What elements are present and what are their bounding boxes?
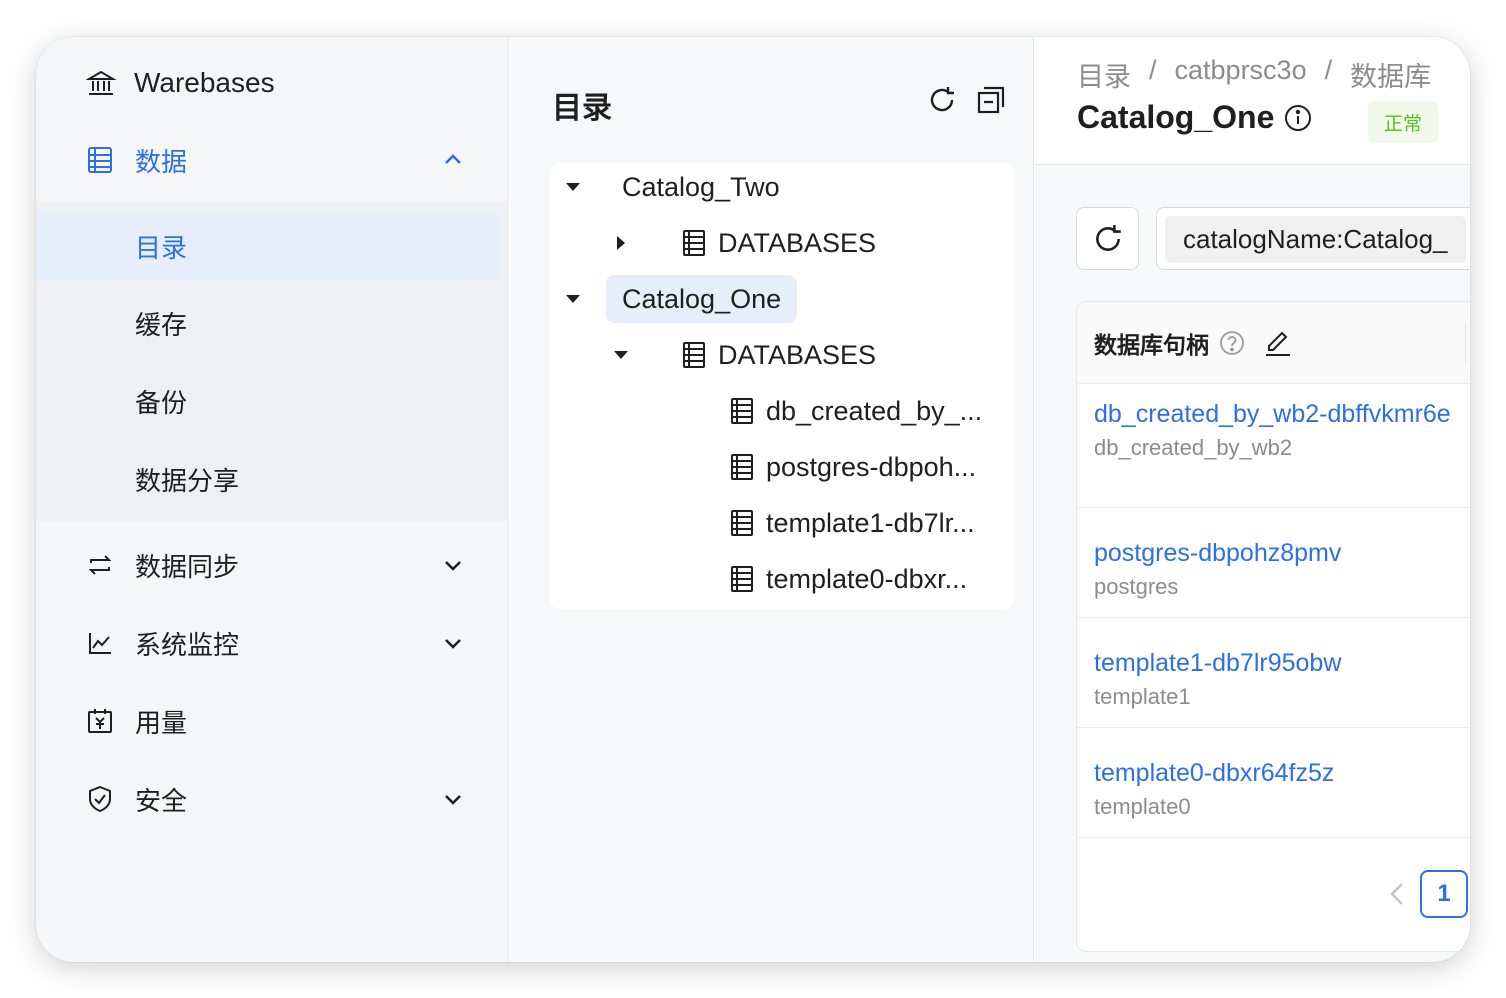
refresh-icon bbox=[1095, 224, 1121, 251]
column-divider bbox=[1465, 322, 1466, 362]
catalog-detail-pane: 目录 / catbprsc3o / 数据库 Catalog_One 正常 cat… bbox=[1035, 37, 1470, 962]
chevron-down-icon bbox=[441, 787, 465, 811]
tree-node-database[interactable]: postgres-dbpoh... bbox=[730, 443, 976, 491]
line-chart-icon bbox=[86, 629, 114, 657]
breadcrumb-separator: / bbox=[1149, 55, 1157, 85]
caret-down-icon[interactable] bbox=[564, 290, 582, 308]
database-icon bbox=[683, 230, 705, 256]
status-badge: 正常 bbox=[1368, 101, 1438, 143]
tree-node-catalog-selected[interactable]: Catalog_One bbox=[606, 275, 798, 323]
tree-node-label: db_created_by_... bbox=[766, 395, 983, 426]
sidebar-item-cache[interactable]: 缓存 bbox=[36, 288, 500, 358]
page-title: Catalog_One bbox=[1077, 99, 1312, 136]
database-name: template1 bbox=[1094, 684, 1191, 709]
tree-node-databases[interactable]: DATABASES bbox=[682, 331, 876, 379]
tree-node-label: template0-dbxr... bbox=[766, 563, 968, 594]
sidebar-item-backup[interactable]: 备份 bbox=[36, 366, 500, 436]
database-link[interactable]: db_created_by_wb2-dbffvkmr6e bbox=[1094, 394, 1470, 435]
tree-node-label: template1-db7lr... bbox=[766, 507, 975, 538]
catalog-tree: Catalog_Two DATABASES Catalog_One DATABA… bbox=[550, 163, 1014, 609]
nav-data-sync[interactable]: 数据同步 bbox=[36, 537, 509, 593]
app-window: Warebases 数据 目录 缓存 备份 数据分享 数据同步 系统监控 用量 … bbox=[36, 37, 1470, 962]
chevron-up-icon bbox=[441, 148, 465, 172]
billing-calendar-icon bbox=[86, 707, 114, 735]
tree-node-label: DATABASES bbox=[718, 339, 877, 370]
nav-usage[interactable]: 用量 bbox=[36, 693, 509, 749]
pagination-prev-icon[interactable] bbox=[1385, 878, 1409, 910]
nav-usage-label: 用量 bbox=[135, 707, 188, 738]
breadcrumb-item[interactable]: catbprsc3o bbox=[1175, 55, 1307, 94]
nav-data[interactable]: 数据 bbox=[36, 132, 509, 188]
table-header: 数据库句柄 bbox=[1077, 302, 1470, 384]
tree-node-database[interactable]: template0-dbxr... bbox=[730, 555, 967, 603]
tree-title: 目录 bbox=[552, 92, 612, 125]
table-row: template1-db7lr95obw template1 bbox=[1077, 618, 1470, 728]
filter-input[interactable]: catalogName:Catalog_ bbox=[1156, 207, 1470, 270]
breadcrumb: 目录 / catbprsc3o / 数据库 bbox=[1077, 55, 1431, 94]
database-name: db_created_by_wb2 bbox=[1094, 435, 1293, 460]
nav-data-sync-label: 数据同步 bbox=[135, 551, 240, 582]
nav-monitoring[interactable]: 系统监控 bbox=[36, 615, 509, 671]
breadcrumb-item[interactable]: 目录 bbox=[1077, 55, 1131, 94]
database-icon bbox=[731, 510, 753, 536]
tree-node-database[interactable]: db_created_by_... bbox=[730, 387, 982, 435]
database-icon bbox=[731, 398, 753, 424]
sidebar-item-catalog[interactable]: 目录 bbox=[36, 211, 500, 281]
brand-name: Warebases bbox=[134, 67, 275, 98]
filter-tag[interactable]: catalogName:Catalog_ bbox=[1165, 216, 1466, 263]
page-title-text: Catalog_One bbox=[1077, 99, 1275, 135]
breadcrumb-item: 数据库 bbox=[1350, 62, 1432, 92]
bank-icon bbox=[86, 68, 116, 98]
sidebar: Warebases 数据 目录 缓存 备份 数据分享 数据同步 系统监控 用量 … bbox=[36, 37, 509, 962]
table-row: postgres-dbpohz8pmv postgres bbox=[1077, 508, 1470, 618]
tree-node-databases[interactable]: DATABASES bbox=[682, 219, 876, 267]
caret-down-icon[interactable] bbox=[564, 178, 582, 196]
table-row: template0-dbxr64fz5z template0 bbox=[1077, 728, 1470, 838]
chevron-down-icon bbox=[441, 553, 465, 577]
sidebar-item-data-share[interactable]: 数据分享 bbox=[36, 444, 500, 514]
table-row: db_created_by_wb2-dbffvkmr6e db_created_… bbox=[1077, 384, 1470, 508]
sync-icon bbox=[86, 551, 114, 579]
collapse-all-icon[interactable] bbox=[976, 85, 1006, 115]
info-icon[interactable] bbox=[1284, 104, 1312, 132]
edit-icon[interactable] bbox=[1263, 328, 1293, 358]
refresh-button[interactable] bbox=[1076, 207, 1139, 270]
table-icon bbox=[86, 146, 114, 174]
help-icon[interactable] bbox=[1219, 330, 1245, 356]
database-link[interactable]: template0-dbxr64fz5z bbox=[1094, 753, 1470, 794]
column-header-handle: 数据库句柄 bbox=[1094, 331, 1209, 358]
refresh-icon[interactable] bbox=[927, 85, 957, 115]
pagination-page-current[interactable]: 1 bbox=[1420, 870, 1468, 918]
database-name: template0 bbox=[1094, 794, 1191, 819]
catalog-tree-pane: 目录 Catalog_Two DATABASES Catalog_One DAT… bbox=[510, 37, 1034, 962]
tree-node-label: postgres-dbpoh... bbox=[766, 451, 977, 482]
database-name: postgres bbox=[1094, 574, 1179, 599]
nav-monitoring-label: 系统监控 bbox=[135, 629, 240, 660]
tree-node-label: DATABASES bbox=[718, 227, 877, 258]
tree-node-database[interactable]: template1-db7lr... bbox=[730, 499, 975, 547]
database-link[interactable]: template1-db7lr95obw bbox=[1094, 643, 1470, 684]
database-icon bbox=[683, 342, 705, 368]
chevron-down-icon bbox=[441, 631, 465, 655]
brand[interactable]: Warebases bbox=[86, 63, 275, 103]
database-link[interactable]: postgres-dbpohz8pmv bbox=[1094, 533, 1470, 574]
nav-data-label: 数据 bbox=[135, 146, 188, 177]
database-icon bbox=[731, 566, 753, 592]
nav-security-label: 安全 bbox=[135, 785, 188, 816]
detail-header: 目录 / catbprsc3o / 数据库 Catalog_One 正常 bbox=[1035, 37, 1470, 165]
database-icon bbox=[731, 454, 753, 480]
caret-down-icon[interactable] bbox=[612, 346, 630, 364]
tree-node-catalog[interactable]: Catalog_Two bbox=[622, 163, 780, 211]
nav-security[interactable]: 安全 bbox=[36, 771, 509, 827]
database-table: 数据库句柄 db_created_by_wb2-dbffvkmr6e db_cr… bbox=[1076, 301, 1470, 952]
caret-right-icon[interactable] bbox=[612, 234, 630, 252]
shield-check-icon bbox=[86, 785, 114, 813]
breadcrumb-separator: / bbox=[1324, 55, 1333, 85]
